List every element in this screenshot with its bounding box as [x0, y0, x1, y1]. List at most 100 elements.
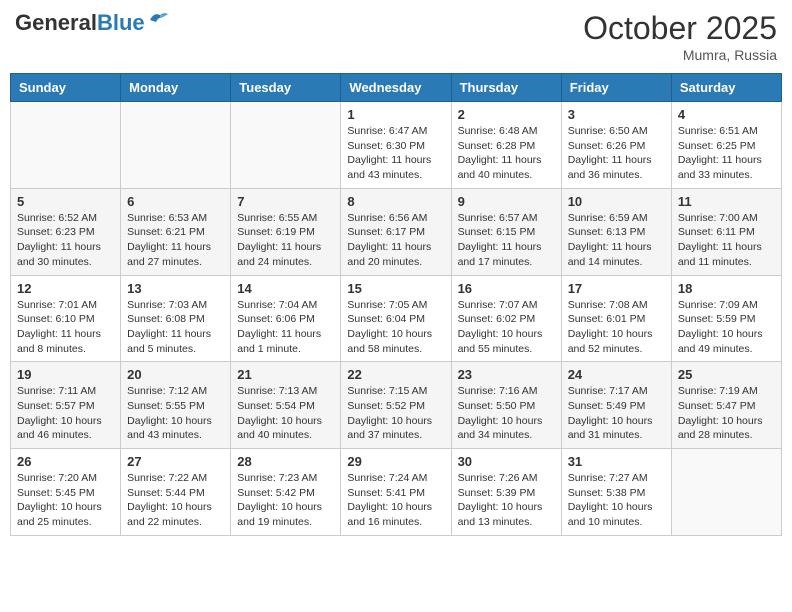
day-number: 14	[237, 281, 334, 296]
day-number: 18	[678, 281, 775, 296]
calendar-cell: 19 Sunrise: 7:11 AM Sunset: 5:57 PM Dayli…	[11, 362, 121, 449]
day-info: Sunrise: 7:16 AM Sunset: 5:50 PM Dayligh…	[458, 384, 555, 443]
calendar-cell: 10 Sunrise: 6:59 AM Sunset: 6:13 PM Dayli…	[561, 188, 671, 275]
day-info: Sunrise: 7:23 AM Sunset: 5:42 PM Dayligh…	[237, 471, 334, 530]
day-info: Sunrise: 7:19 AM Sunset: 5:47 PM Dayligh…	[678, 384, 775, 443]
day-info: Sunrise: 6:47 AM Sunset: 6:30 PM Dayligh…	[347, 124, 444, 183]
day-number: 22	[347, 367, 444, 382]
col-header-friday: Friday	[561, 74, 671, 102]
col-header-saturday: Saturday	[671, 74, 781, 102]
calendar-cell: 31 Sunrise: 7:27 AM Sunset: 5:38 PM Dayli…	[561, 449, 671, 536]
day-number: 25	[678, 367, 775, 382]
calendar-cell: 4 Sunrise: 6:51 AM Sunset: 6:25 PM Daylig…	[671, 102, 781, 189]
day-number: 8	[347, 194, 444, 209]
location: Mumra, Russia	[583, 47, 777, 63]
day-info: Sunrise: 6:50 AM Sunset: 6:26 PM Dayligh…	[568, 124, 665, 183]
day-number: 12	[17, 281, 114, 296]
day-number: 5	[17, 194, 114, 209]
calendar-cell: 3 Sunrise: 6:50 AM Sunset: 6:26 PM Daylig…	[561, 102, 671, 189]
calendar-cell: 6 Sunrise: 6:53 AM Sunset: 6:21 PM Daylig…	[121, 188, 231, 275]
calendar-week-4: 19 Sunrise: 7:11 AM Sunset: 5:57 PM Dayli…	[11, 362, 782, 449]
calendar-week-2: 5Sunrise: 6:52 AM Sunset: 6:23 PM Daylig…	[11, 188, 782, 275]
calendar-cell: 27 Sunrise: 7:22 AM Sunset: 5:44 PM Dayli…	[121, 449, 231, 536]
logo: GeneralBlue	[15, 10, 170, 36]
day-number: 23	[458, 367, 555, 382]
day-info: Sunrise: 7:00 AM Sunset: 6:11 PM Dayligh…	[678, 211, 775, 270]
day-number: 4	[678, 107, 775, 122]
day-info: Sunrise: 7:09 AM Sunset: 5:59 PM Dayligh…	[678, 298, 775, 357]
day-number: 20	[127, 367, 224, 382]
day-number: 17	[568, 281, 665, 296]
day-info: Sunrise: 7:13 AM Sunset: 5:54 PM Dayligh…	[237, 384, 334, 443]
day-number: 7	[237, 194, 334, 209]
day-info: Sunrise: 7:17 AM Sunset: 5:49 PM Dayligh…	[568, 384, 665, 443]
calendar-table: SundayMondayTuesdayWednesdayThursdayFrid…	[10, 73, 782, 536]
calendar-cell: 30 Sunrise: 7:26 AM Sunset: 5:39 PM Dayli…	[451, 449, 561, 536]
calendar-cell: 22 Sunrise: 7:15 AM Sunset: 5:52 PM Dayli…	[341, 362, 451, 449]
day-info: Sunrise: 7:15 AM Sunset: 5:52 PM Dayligh…	[347, 384, 444, 443]
calendar-week-5: 26Sunrise: 7:20 AM Sunset: 5:45 PM Dayli…	[11, 449, 782, 536]
calendar-cell: 15 Sunrise: 7:05 AM Sunset: 6:04 PM Dayli…	[341, 275, 451, 362]
day-info: Sunrise: 7:22 AM Sunset: 5:44 PM Dayligh…	[127, 471, 224, 530]
day-info: Sunrise: 7:03 AM Sunset: 6:08 PM Dayligh…	[127, 298, 224, 357]
day-number: 3	[568, 107, 665, 122]
title-section: October 2025 Mumra, Russia	[583, 10, 777, 63]
day-number: 24	[568, 367, 665, 382]
calendar-cell: 23 Sunrise: 7:16 AM Sunset: 5:50 PM Dayli…	[451, 362, 561, 449]
day-number: 2	[458, 107, 555, 122]
calendar-cell: 14 Sunrise: 7:04 AM Sunset: 6:06 PM Dayli…	[231, 275, 341, 362]
logo-text: GeneralBlue	[15, 10, 145, 36]
logo-blue: Blue	[97, 10, 145, 35]
day-info: Sunrise: 7:07 AM Sunset: 6:02 PM Dayligh…	[458, 298, 555, 357]
day-info: Sunrise: 6:51 AM Sunset: 6:25 PM Dayligh…	[678, 124, 775, 183]
calendar-cell	[11, 102, 121, 189]
day-info: Sunrise: 7:08 AM Sunset: 6:01 PM Dayligh…	[568, 298, 665, 357]
day-info: Sunrise: 7:01 AM Sunset: 6:10 PM Dayligh…	[17, 298, 114, 357]
day-number: 19	[17, 367, 114, 382]
col-header-sunday: Sunday	[11, 74, 121, 102]
calendar-cell: 11 Sunrise: 7:00 AM Sunset: 6:11 PM Dayli…	[671, 188, 781, 275]
calendar-cell: 25 Sunrise: 7:19 AM Sunset: 5:47 PM Dayli…	[671, 362, 781, 449]
logo-general: General	[15, 10, 97, 35]
day-info: Sunrise: 6:59 AM Sunset: 6:13 PM Dayligh…	[568, 211, 665, 270]
bird-icon	[148, 10, 170, 28]
calendar-header-row: SundayMondayTuesdayWednesdayThursdayFrid…	[11, 74, 782, 102]
calendar-week-3: 12 Sunrise: 7:01 AM Sunset: 6:10 PM Dayli…	[11, 275, 782, 362]
day-number: 13	[127, 281, 224, 296]
day-info: Sunrise: 7:24 AM Sunset: 5:41 PM Dayligh…	[347, 471, 444, 530]
day-number: 26	[17, 454, 114, 469]
calendar-cell: 17 Sunrise: 7:08 AM Sunset: 6:01 PM Dayli…	[561, 275, 671, 362]
day-info: Sunrise: 6:57 AM Sunset: 6:15 PM Dayligh…	[458, 211, 555, 270]
day-info: Sunrise: 7:12 AM Sunset: 5:55 PM Dayligh…	[127, 384, 224, 443]
day-number: 11	[678, 194, 775, 209]
day-info: Sunrise: 6:55 AM Sunset: 6:19 PM Dayligh…	[237, 211, 334, 270]
day-info: Sunrise: 7:27 AM Sunset: 5:38 PM Dayligh…	[568, 471, 665, 530]
calendar-cell: 7 Sunrise: 6:55 AM Sunset: 6:19 PM Daylig…	[231, 188, 341, 275]
calendar-cell: 28Sunrise: 7:23 AM Sunset: 5:42 PM Dayli…	[231, 449, 341, 536]
day-number: 27	[127, 454, 224, 469]
month-title: October 2025	[583, 10, 777, 47]
calendar-cell: 24 Sunrise: 7:17 AM Sunset: 5:49 PM Dayli…	[561, 362, 671, 449]
day-info: Sunrise: 7:26 AM Sunset: 5:39 PM Dayligh…	[458, 471, 555, 530]
day-info: Sunrise: 7:11 AM Sunset: 5:57 PM Dayligh…	[17, 384, 114, 443]
day-info: Sunrise: 7:05 AM Sunset: 6:04 PM Dayligh…	[347, 298, 444, 357]
day-number: 6	[127, 194, 224, 209]
day-info: Sunrise: 7:04 AM Sunset: 6:06 PM Dayligh…	[237, 298, 334, 357]
day-info: Sunrise: 6:53 AM Sunset: 6:21 PM Dayligh…	[127, 211, 224, 270]
calendar-cell	[671, 449, 781, 536]
col-header-wednesday: Wednesday	[341, 74, 451, 102]
day-number: 15	[347, 281, 444, 296]
day-number: 1	[347, 107, 444, 122]
calendar-cell: 16Sunrise: 7:07 AM Sunset: 6:02 PM Dayli…	[451, 275, 561, 362]
day-number: 10	[568, 194, 665, 209]
day-number: 31	[568, 454, 665, 469]
day-number: 29	[347, 454, 444, 469]
calendar-cell: 2Sunrise: 6:48 AM Sunset: 6:28 PM Daylig…	[451, 102, 561, 189]
col-header-thursday: Thursday	[451, 74, 561, 102]
col-header-monday: Monday	[121, 74, 231, 102]
calendar-cell: 13 Sunrise: 7:03 AM Sunset: 6:08 PM Dayli…	[121, 275, 231, 362]
calendar-cell: 29 Sunrise: 7:24 AM Sunset: 5:41 PM Dayli…	[341, 449, 451, 536]
day-number: 30	[458, 454, 555, 469]
calendar-cell: 26Sunrise: 7:20 AM Sunset: 5:45 PM Dayli…	[11, 449, 121, 536]
calendar-cell: 9Sunrise: 6:57 AM Sunset: 6:15 PM Daylig…	[451, 188, 561, 275]
